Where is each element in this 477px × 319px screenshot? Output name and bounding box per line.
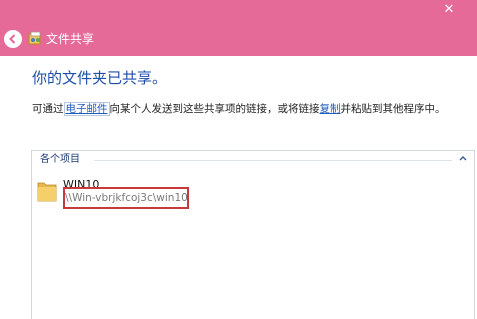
item-path: \\Win-vbrjkfcoj3c\win10	[65, 192, 188, 204]
title-bar: ✕ 文件共享	[0, 0, 477, 56]
close-button[interactable]: ✕	[427, 0, 471, 20]
description-text: 可通过 电子邮件 向某个人发送到这些共享项的链接，或将链接复制并粘贴到其他程序中。	[32, 102, 446, 116]
group-header: 各个项目	[40, 154, 80, 165]
page-heading: 你的文件夹已共享。	[32, 69, 168, 87]
back-button[interactable]	[4, 30, 22, 48]
window-title: 文件共享	[46, 32, 95, 46]
file-share-icon	[28, 31, 41, 45]
email-link[interactable]: 电子邮件	[63, 102, 110, 116]
folder-icon	[37, 182, 57, 202]
shared-items-panel: 各个项目 WIN10 \\Win-vbrjkfcoj3c\win10	[31, 150, 475, 319]
back-arrow-icon	[9, 34, 16, 44]
description-part3: 并粘贴到其他程序中。	[340, 103, 446, 115]
chevron-up-icon[interactable]	[458, 153, 468, 163]
description-part1: 可通过	[32, 103, 64, 115]
description-part2: 向某个人发送到这些共享项的链接，或将链接	[109, 103, 320, 115]
group-divider	[94, 160, 452, 161]
copy-link[interactable]: 复制	[320, 103, 341, 115]
